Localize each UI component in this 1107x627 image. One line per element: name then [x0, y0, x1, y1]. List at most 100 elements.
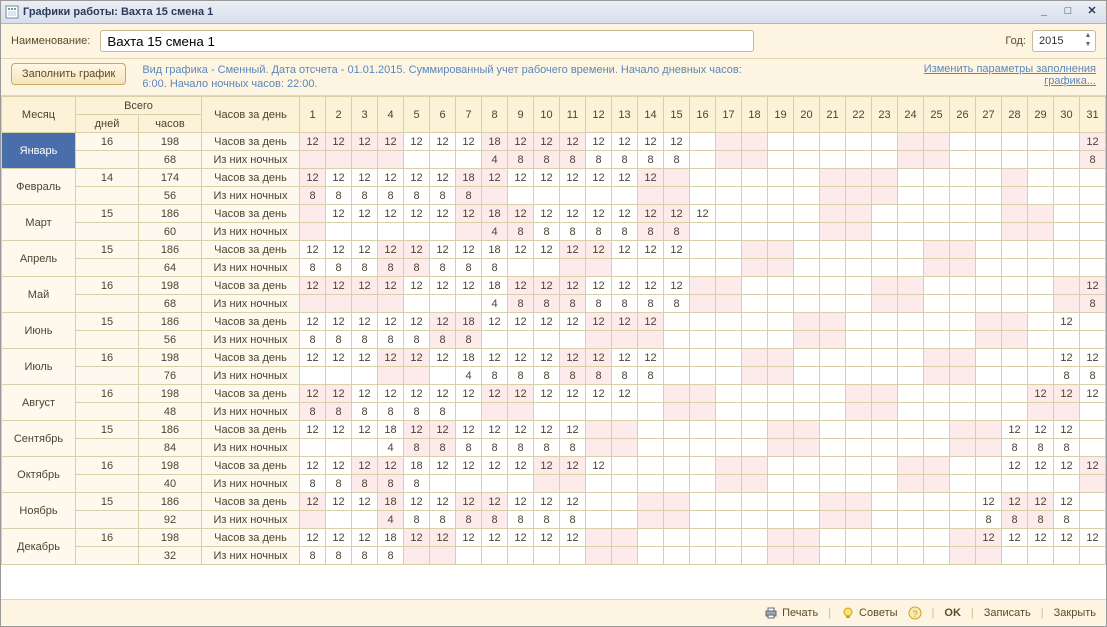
night-cell[interactable]: 8 [352, 331, 378, 349]
hours-cell[interactable]: 12 [326, 277, 352, 295]
night-cell[interactable] [560, 403, 586, 421]
hours-cell[interactable]: 12 [612, 133, 638, 151]
hours-cell[interactable]: 12 [560, 457, 586, 475]
night-cell[interactable] [300, 223, 326, 241]
hours-cell[interactable]: 12 [1028, 385, 1054, 403]
hours-cell[interactable]: 12 [560, 169, 586, 187]
night-cell[interactable] [872, 439, 898, 457]
night-cell[interactable] [638, 547, 664, 565]
night-cell[interactable] [898, 547, 924, 565]
hours-cell[interactable]: 12 [586, 277, 612, 295]
night-cell[interactable] [1002, 151, 1028, 169]
hours-cell[interactable] [872, 421, 898, 439]
night-cell[interactable]: 8 [1054, 367, 1080, 385]
night-cell[interactable] [638, 259, 664, 277]
hours-cell[interactable] [924, 277, 950, 295]
hours-cell[interactable] [1080, 421, 1106, 439]
hours-cell[interactable] [1054, 133, 1080, 151]
night-cell[interactable]: 8 [430, 187, 456, 205]
hours-cell[interactable]: 12 [430, 169, 456, 187]
night-cell[interactable] [950, 403, 976, 421]
night-cell[interactable] [742, 151, 768, 169]
night-cell[interactable]: 8 [404, 511, 430, 529]
hours-cell[interactable]: 12 [378, 133, 404, 151]
night-cell[interactable] [560, 475, 586, 493]
hours-cell[interactable]: 12 [378, 349, 404, 367]
night-cell[interactable] [638, 475, 664, 493]
hours-cell[interactable] [742, 349, 768, 367]
hours-cell[interactable] [898, 493, 924, 511]
night-cell[interactable]: 8 [456, 187, 482, 205]
night-cell[interactable] [872, 187, 898, 205]
hours-cell[interactable] [690, 529, 716, 547]
year-down-icon[interactable]: ▼ [1081, 41, 1095, 50]
hours-cell[interactable] [664, 493, 690, 511]
hours-cell[interactable] [742, 241, 768, 259]
hours-cell[interactable]: 12 [1080, 133, 1106, 151]
night-cell[interactable]: 8 [638, 367, 664, 385]
night-cell[interactable] [430, 547, 456, 565]
night-cell[interactable] [716, 475, 742, 493]
night-cell[interactable] [1002, 367, 1028, 385]
night-cell[interactable] [794, 439, 820, 457]
night-cell[interactable] [716, 511, 742, 529]
hours-cell[interactable]: 12 [560, 133, 586, 151]
hours-cell[interactable] [924, 205, 950, 223]
night-cell[interactable] [742, 223, 768, 241]
hours-cell[interactable]: 12 [482, 349, 508, 367]
hours-cell[interactable] [664, 349, 690, 367]
hours-cell[interactable] [950, 493, 976, 511]
hours-cell[interactable] [716, 277, 742, 295]
hours-cell[interactable] [742, 313, 768, 331]
hours-cell[interactable]: 12 [508, 205, 534, 223]
hours-cell[interactable]: 12 [612, 277, 638, 295]
night-cell[interactable] [456, 151, 482, 169]
night-cell[interactable] [898, 439, 924, 457]
hours-cell[interactable]: 12 [1054, 385, 1080, 403]
hours-cell[interactable] [794, 421, 820, 439]
hours-cell[interactable] [690, 349, 716, 367]
night-cell[interactable] [482, 331, 508, 349]
hours-cell[interactable]: 12 [430, 385, 456, 403]
night-cell[interactable]: 8 [508, 295, 534, 313]
night-cell[interactable] [352, 439, 378, 457]
hours-cell[interactable]: 18 [456, 349, 482, 367]
hours-cell[interactable] [1002, 205, 1028, 223]
hours-cell[interactable]: 12 [300, 169, 326, 187]
night-cell[interactable] [976, 295, 1002, 313]
hours-cell[interactable]: 12 [300, 421, 326, 439]
night-cell[interactable]: 8 [1028, 439, 1054, 457]
night-cell[interactable]: 8 [378, 259, 404, 277]
night-cell[interactable] [664, 259, 690, 277]
hours-cell[interactable]: 12 [508, 313, 534, 331]
hours-cell[interactable]: 12 [352, 277, 378, 295]
night-cell[interactable] [690, 403, 716, 421]
night-cell[interactable] [1002, 331, 1028, 349]
month-cell[interactable]: Апрель [2, 241, 76, 277]
night-cell[interactable] [586, 259, 612, 277]
night-cell[interactable] [846, 367, 872, 385]
night-cell[interactable] [300, 151, 326, 169]
night-cell[interactable] [612, 439, 638, 457]
night-cell[interactable]: 8 [482, 367, 508, 385]
hours-cell[interactable] [898, 169, 924, 187]
night-cell[interactable]: 8 [378, 475, 404, 493]
night-cell[interactable] [638, 511, 664, 529]
night-cell[interactable] [1080, 259, 1106, 277]
hours-cell[interactable]: 12 [534, 421, 560, 439]
night-cell[interactable] [664, 331, 690, 349]
night-cell[interactable] [794, 151, 820, 169]
night-cell[interactable] [1028, 367, 1054, 385]
night-cell[interactable] [872, 475, 898, 493]
hours-cell[interactable] [1080, 169, 1106, 187]
hours-cell[interactable]: 12 [456, 205, 482, 223]
hours-cell[interactable] [768, 421, 794, 439]
night-cell[interactable]: 8 [378, 331, 404, 349]
hours-cell[interactable] [1028, 169, 1054, 187]
night-cell[interactable] [560, 331, 586, 349]
hours-cell[interactable] [794, 493, 820, 511]
hours-cell[interactable] [846, 349, 872, 367]
night-cell[interactable]: 8 [586, 151, 612, 169]
month-cell[interactable]: Сентябрь [2, 421, 76, 457]
night-cell[interactable] [690, 151, 716, 169]
